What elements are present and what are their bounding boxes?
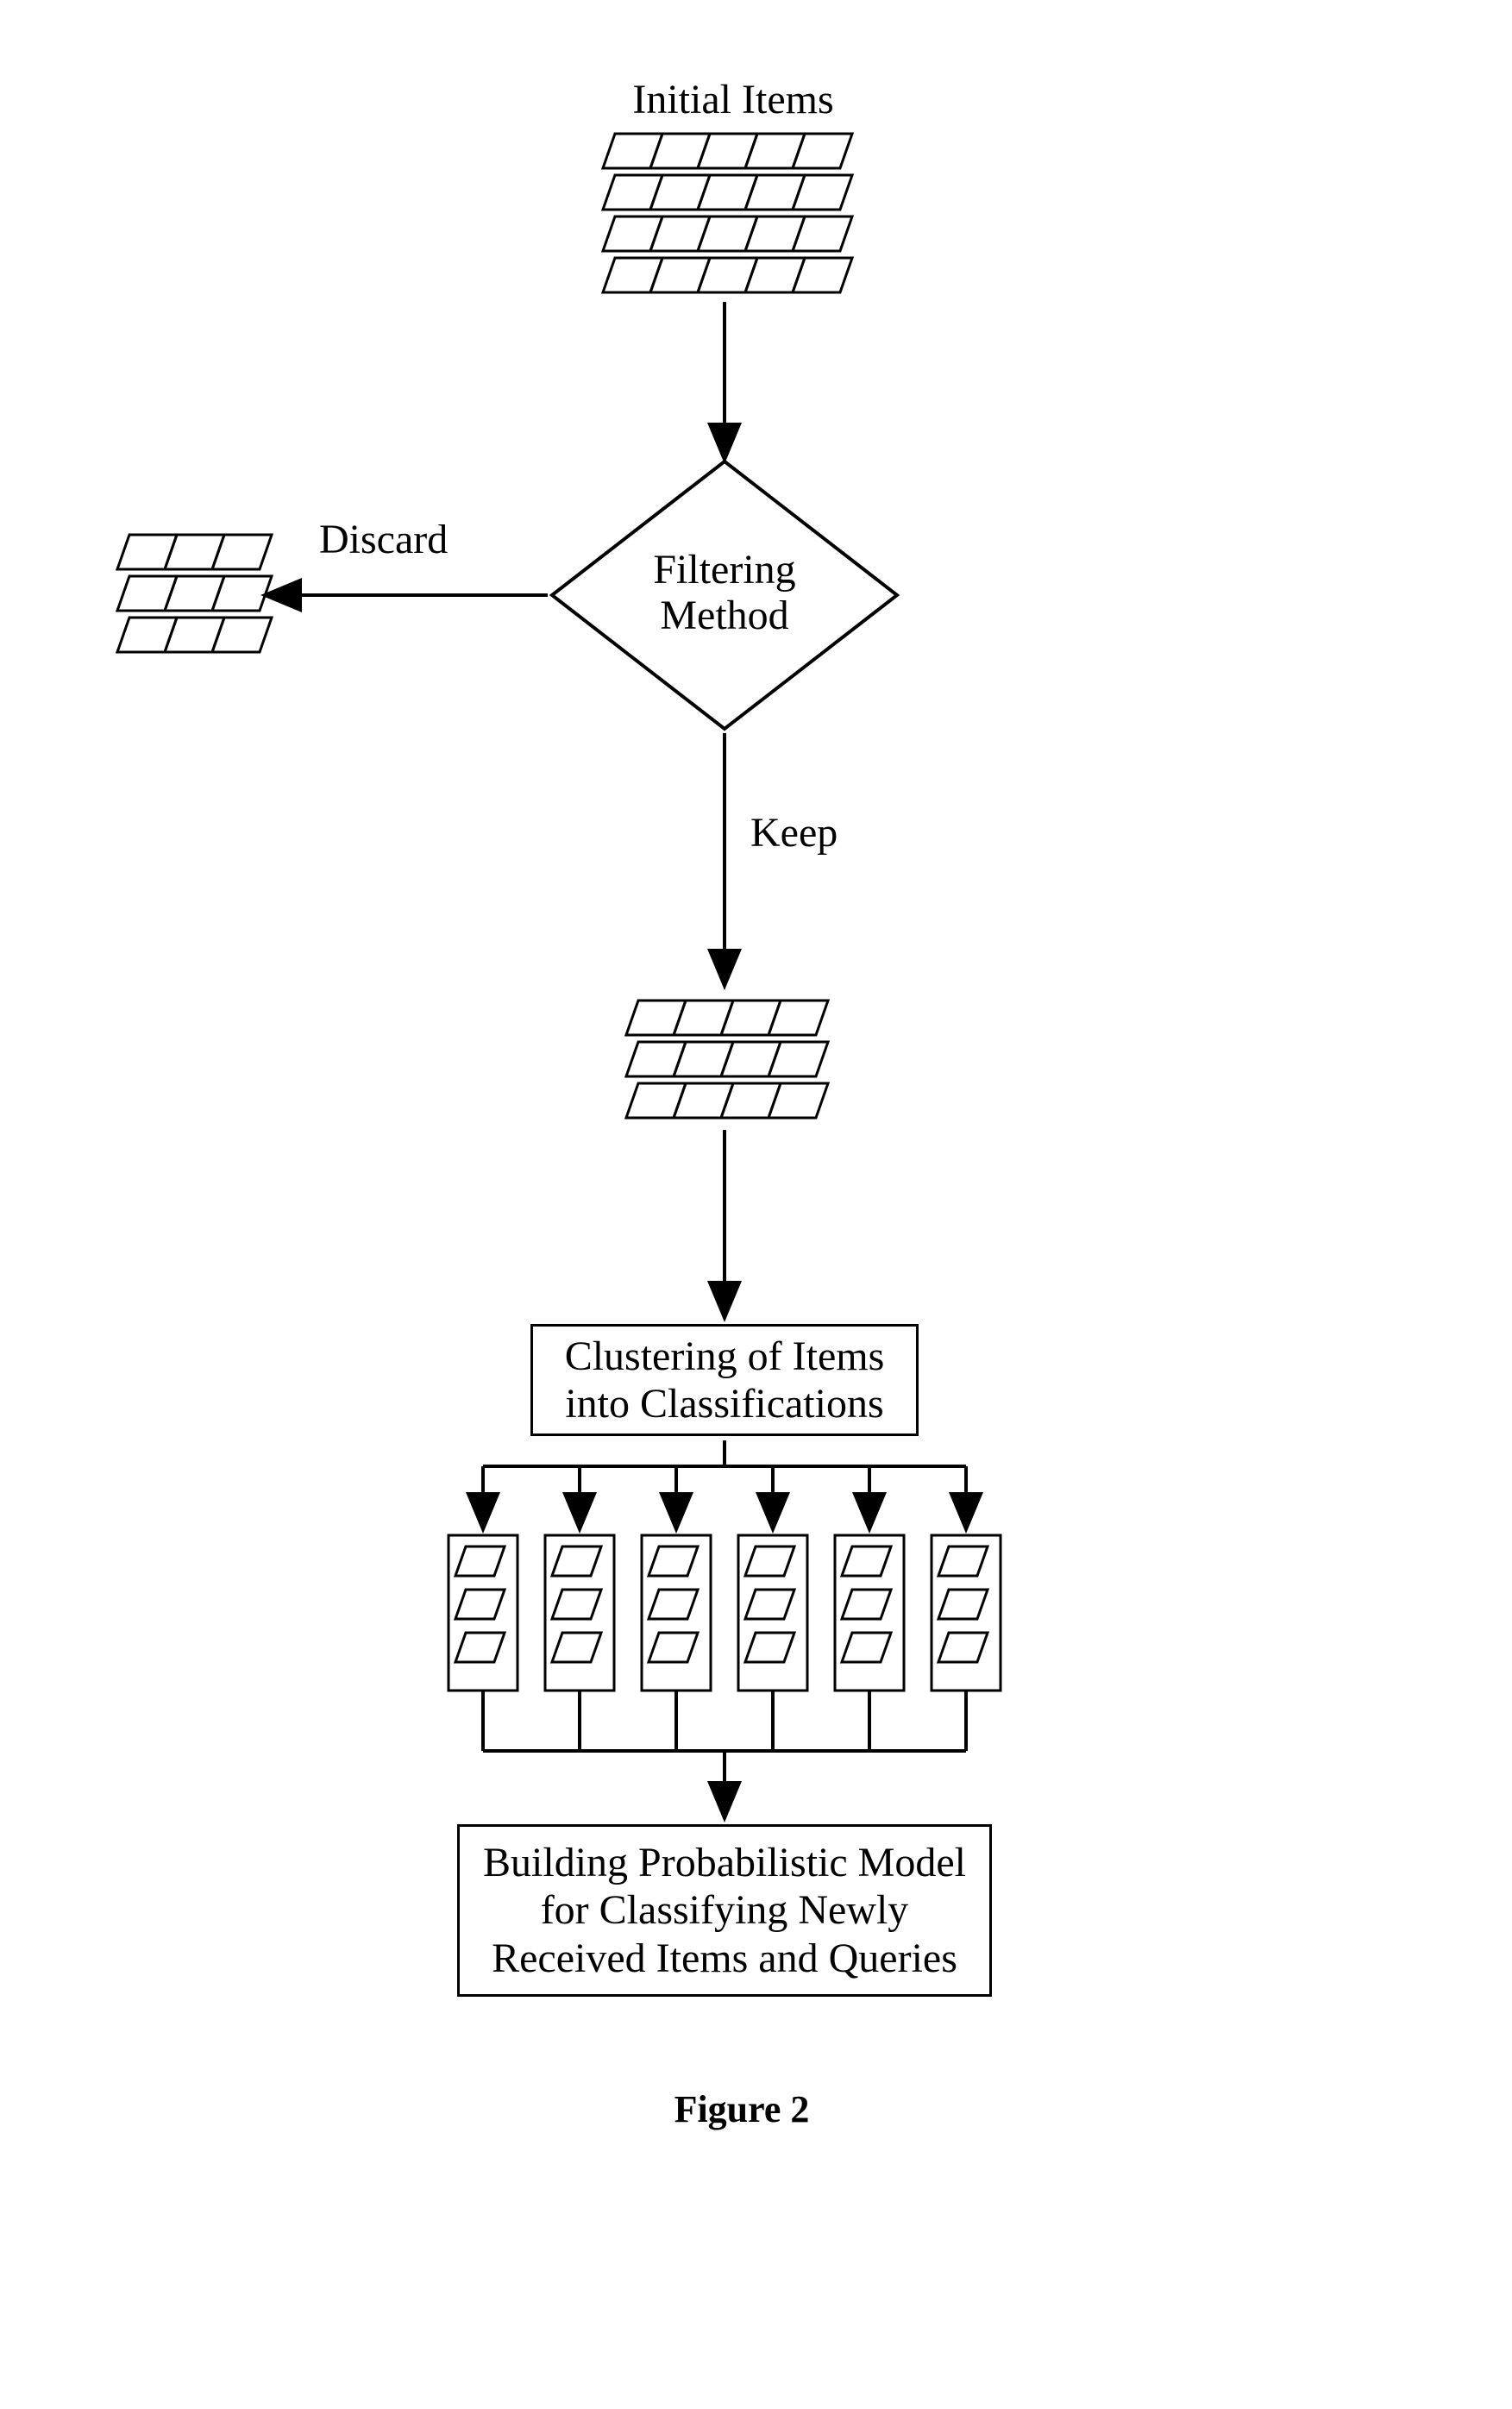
initial-items-label: Initial Items (604, 78, 863, 123)
filtering-method-label: Filtering Method (638, 548, 811, 639)
clustering-line2: into Classifications (565, 1381, 883, 1427)
initial-items-grid (603, 134, 852, 292)
cluster-boxes (449, 1535, 1001, 1691)
building-model-box: Building Probabilistic Model for Classif… (457, 1824, 992, 1997)
discard-items-grid (117, 535, 272, 652)
discard-label: Discard (319, 518, 492, 563)
filtering-line2: Method (660, 593, 788, 638)
keep-label: Keep (750, 811, 880, 856)
building-line2: for Classifying Newly (541, 1887, 909, 1933)
figure-caption: Figure 2 (656, 2087, 828, 2131)
diagram-svg (0, 0, 1512, 2409)
clustering-box: Clustering of Items into Classifications (530, 1324, 919, 1436)
filtering-line1: Filtering (653, 547, 795, 593)
building-line1: Building Probabilistic Model (483, 1840, 966, 1885)
clustering-line1: Clustering of Items (565, 1333, 885, 1379)
building-line3: Received Items and Queries (492, 1935, 957, 1981)
keep-items-grid (626, 1001, 828, 1118)
